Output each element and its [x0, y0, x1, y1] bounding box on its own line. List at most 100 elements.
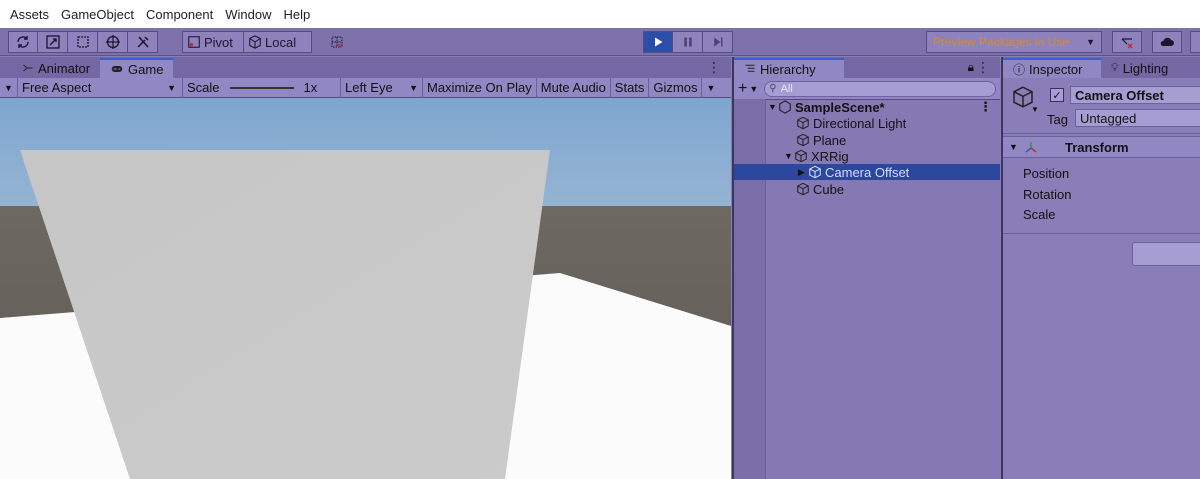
animator-icon	[23, 64, 33, 72]
scale-tool-button[interactable]	[38, 31, 68, 53]
game-view-toolbar: ▼ Free Aspect ▼ Scale 1x Left Eye ▼ Maxi…	[0, 77, 731, 98]
section-divider	[1003, 233, 1200, 234]
hierarchy-list: ▼ SampleScene* ⋮ Directional Light Plane…	[734, 99, 1000, 479]
collapse-arrow-icon[interactable]: ▼	[1009, 142, 1018, 152]
tab-game[interactable]: Game	[100, 58, 174, 78]
transform-component-header[interactable]: ▼ Transform	[1003, 136, 1200, 158]
main-toolbar: Pivot Local Preview Packages in Use ▼	[0, 28, 1200, 56]
scale-slider[interactable]	[229, 86, 294, 89]
tab-inspector[interactable]: ⓘ Inspector	[1003, 58, 1101, 78]
lock-icon[interactable]: 🔒︎	[968, 60, 974, 75]
rotate-icon	[17, 36, 29, 48]
maximize-on-play-toggle[interactable]: Maximize On Play	[423, 77, 537, 98]
aspect-label: Free Aspect	[22, 80, 92, 95]
pause-button[interactable]	[673, 31, 703, 53]
tools-icon	[136, 36, 149, 48]
list-item[interactable]: Plane	[734, 132, 1000, 148]
menu-component[interactable]: Component	[140, 7, 219, 22]
transform-axes-icon	[1025, 142, 1037, 153]
custom-tool-button[interactable]	[128, 31, 158, 53]
dropdown-arrow-icon: ▼	[1086, 37, 1095, 47]
grid-snap-button[interactable]	[322, 31, 352, 53]
expand-arrow-icon[interactable]: ▶	[798, 167, 808, 178]
dropdown-arrow-icon[interactable]: ▼	[749, 84, 758, 94]
scale-value: 1x	[303, 80, 318, 95]
dropdown-arrow-icon[interactable]: ▼	[1031, 105, 1039, 114]
maximize-label: Maximize On Play	[427, 80, 532, 95]
hierarchy-panel: Hierarchy 🔒︎ ⋮ + ▼ ⚲ ▼ SampleScene* ⋮ Di…	[732, 57, 1000, 479]
mute-audio-toggle[interactable]: Mute Audio	[537, 77, 611, 98]
hierarchy-search-input[interactable]	[780, 82, 995, 95]
pivot-button[interactable]: Pivot	[182, 31, 244, 53]
tag-label: Tag	[1047, 112, 1068, 127]
collab-icon	[1121, 38, 1133, 49]
tab-hierarchy[interactable]: Hierarchy	[734, 58, 844, 78]
expand-arrow-icon[interactable]: ▼	[768, 102, 778, 112]
tab-game-label: Game	[128, 61, 164, 77]
gizmos-dropdown[interactable]: ▼	[702, 78, 719, 98]
play-button[interactable]	[643, 31, 673, 53]
gizmos-label: Gizmos	[653, 80, 698, 95]
expand-arrow-icon[interactable]: ▼	[784, 151, 794, 161]
collab-button[interactable]	[1112, 31, 1142, 53]
tab-animator-label: Animator	[38, 60, 91, 76]
tag-dropdown[interactable]: Untagged	[1075, 109, 1200, 127]
cloud-button[interactable]	[1152, 31, 1182, 53]
rect-icon	[76, 36, 89, 48]
playmode-controls	[643, 31, 733, 53]
panel-menu-icon[interactable]: ⋮	[976, 59, 990, 76]
lightbulb-icon: 💡︎	[1111, 61, 1119, 74]
tag-value: Untagged	[1080, 110, 1137, 126]
list-icon	[745, 64, 755, 72]
rotate-tool-button[interactable]	[8, 31, 38, 53]
scale-icon	[45, 35, 60, 49]
list-item-scene[interactable]: ▼ SampleScene* ⋮	[734, 99, 1000, 115]
game-tabbar: Animator Game ⋮	[0, 57, 731, 78]
tab-lighting-label: Lighting	[1122, 60, 1169, 76]
menu-gameobject[interactable]: GameObject	[55, 7, 140, 22]
active-checkbox[interactable]: ✓	[1050, 88, 1064, 102]
transform-tool-button[interactable]	[98, 31, 128, 53]
component-title: Transform	[1065, 139, 1129, 155]
tab-lighting[interactable]: 💡︎ Lighting	[1101, 58, 1178, 78]
pivot-controls: Pivot Local	[182, 31, 312, 53]
item-label: Camera Offset	[825, 164, 910, 180]
gameobject-icon	[796, 116, 810, 130]
stats-toggle[interactable]: Stats	[611, 77, 650, 98]
scene-menu-icon[interactable]: ⋮	[979, 99, 992, 115]
local-space-icon	[249, 35, 261, 49]
step-button[interactable]	[703, 31, 733, 53]
menu-help[interactable]: Help	[277, 7, 316, 22]
preview-packages-button[interactable]: Preview Packages in Use ▼	[926, 31, 1102, 53]
gameobject-icon	[796, 133, 810, 147]
cloud-icon	[1160, 37, 1174, 46]
tab-inspector-label: Inspector	[1029, 61, 1083, 77]
gizmos-toggle[interactable]: Gizmos	[649, 77, 703, 98]
object-name-field[interactable]: Camera Offset	[1070, 86, 1200, 104]
dropdown-arrow-icon: ▼	[4, 82, 13, 93]
game-viewport[interactable]	[0, 98, 731, 479]
game-render	[0, 98, 731, 479]
panel-menu-icon[interactable]: ⋮	[707, 59, 721, 76]
menu-window[interactable]: Window	[219, 7, 277, 22]
hierarchy-tabbar: Hierarchy 🔒︎ ⋮	[734, 57, 1000, 78]
display-dropdown[interactable]: ▼	[0, 77, 18, 98]
list-item[interactable]: Cube	[734, 181, 1000, 197]
account-button[interactable]	[1190, 31, 1200, 53]
game-panel: Animator Game ⋮ ▼ Free Aspect ▼ Scale 1x…	[0, 57, 731, 479]
eye-dropdown[interactable]: Left Eye ▼	[341, 77, 423, 98]
list-item[interactable]: Directional Light	[734, 115, 1000, 131]
list-item-selected[interactable]: ▶ Camera Offset	[734, 164, 1000, 180]
add-component-button[interactable]	[1132, 242, 1200, 266]
pivot-label: Pivot	[204, 34, 233, 50]
item-label: Plane	[813, 132, 847, 148]
aspect-dropdown[interactable]: Free Aspect ▼	[18, 77, 183, 98]
scale-control[interactable]: Scale 1x	[183, 77, 341, 98]
checkmark-icon: ✓	[1052, 89, 1062, 102]
rect-tool-button[interactable]	[68, 31, 98, 53]
list-item[interactable]: ▼ XRRig	[734, 148, 1000, 164]
tab-animator[interactable]: Animator	[0, 58, 100, 78]
menu-assets[interactable]: Assets	[4, 7, 55, 22]
local-button[interactable]: Local	[244, 31, 312, 53]
add-icon[interactable]: +	[738, 80, 747, 98]
